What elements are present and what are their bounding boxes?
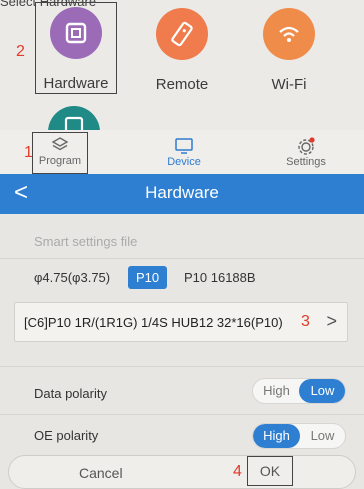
divider xyxy=(0,414,364,415)
hardware-icon xyxy=(50,7,102,59)
chip-p10-selected[interactable]: P10 xyxy=(128,266,168,289)
data-polarity-toggle[interactable]: High Low xyxy=(252,378,346,404)
chevron-right-icon: > xyxy=(326,311,337,331)
oe-polarity-label: OE polarity xyxy=(34,428,99,443)
data-polarity-low[interactable]: Low xyxy=(299,379,345,403)
remote-icon xyxy=(156,8,208,60)
annotation-step-3: 3 xyxy=(301,313,310,330)
bottom-nav: 1 Program Device Settings xyxy=(0,130,364,178)
oe-polarity-toggle[interactable]: High Low xyxy=(252,423,346,449)
data-polarity-label: Data polarity xyxy=(34,386,107,401)
app-grid: Select Hardware 2 Hardware Remote Wi-Fi xyxy=(0,0,364,158)
smart-settings-hint: Smart settings file xyxy=(34,234,138,249)
app-tile-remote[interactable]: Remote xyxy=(144,2,220,100)
cancel-button[interactable]: Cancel xyxy=(79,465,123,481)
app-label-remote: Remote xyxy=(155,76,209,93)
nav-label-device: Device xyxy=(167,156,201,168)
app-label-wifi: Wi-Fi xyxy=(271,76,307,93)
nav-device[interactable]: Device xyxy=(149,134,219,178)
divider xyxy=(0,258,364,259)
annotation-step-2: 2 xyxy=(16,43,25,60)
app-label-hardware: Hardware xyxy=(43,75,109,92)
oe-polarity-high[interactable]: High xyxy=(253,424,300,448)
dialog-button-bar: Cancel xyxy=(8,455,356,489)
hardware-header: < Hardware xyxy=(0,174,364,214)
app-tile-wifi[interactable]: Wi-Fi xyxy=(251,2,327,100)
nav-label-program: Program xyxy=(38,155,82,167)
annotation-step-4: 4 xyxy=(233,463,242,480)
monitor-icon xyxy=(175,138,193,154)
layers-icon xyxy=(51,137,69,151)
chip-p10-16188b[interactable]: P10 16188B xyxy=(176,266,264,289)
nav-settings[interactable]: Settings xyxy=(271,134,341,178)
page-title: Hardware xyxy=(145,183,219,202)
nav-label-settings: Settings xyxy=(286,156,326,168)
wifi-icon xyxy=(263,8,315,60)
ok-button[interactable]: OK xyxy=(247,456,293,486)
gear-icon xyxy=(298,137,315,155)
app-tile-hardware[interactable]: Hardware xyxy=(35,2,117,94)
nav-program[interactable]: Program xyxy=(32,132,88,174)
module-select-value: [C6]P10 1R/(1R1G) 1/4S HUB12 32*16(P10) xyxy=(24,315,283,330)
module-select[interactable]: [C6]P10 1R/(1R1G) 1/4S HUB12 32*16(P10) … xyxy=(14,302,348,342)
divider xyxy=(0,366,364,367)
data-polarity-high[interactable]: High xyxy=(253,379,300,403)
chip-phi475[interactable]: φ4.75(φ3.75) xyxy=(26,266,118,289)
oe-polarity-low[interactable]: Low xyxy=(299,424,345,448)
